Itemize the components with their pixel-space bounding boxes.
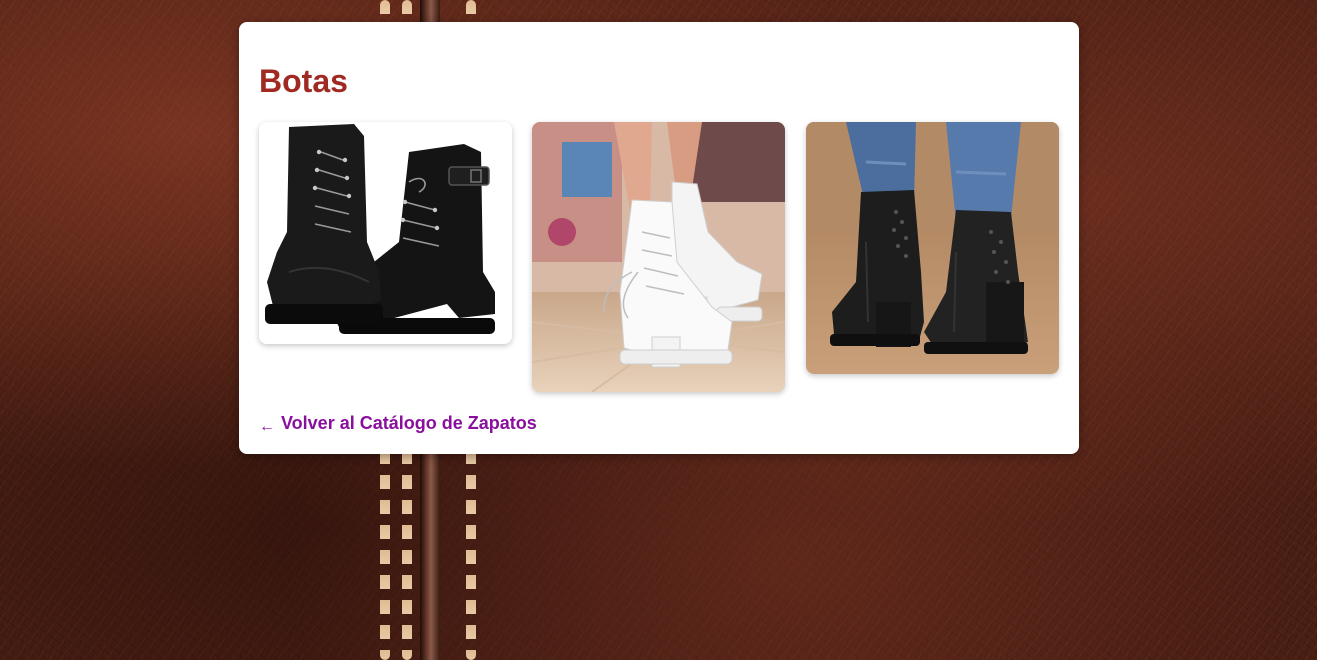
gallery-image-black-studded-boots[interactable] bbox=[806, 122, 1059, 374]
gallery-image-white-lace-up-boots[interactable] bbox=[532, 122, 785, 392]
content-card: Botas ← Volver al Catálogo de Zapatos bbox=[239, 22, 1079, 454]
gallery-image-black-combat-boots[interactable] bbox=[259, 122, 512, 344]
boot-black-heel-icon bbox=[806, 122, 1059, 374]
back-to-catalog-link[interactable]: ← Volver al Catálogo de Zapatos bbox=[259, 412, 537, 436]
back-link-label: Volver al Catálogo de Zapatos bbox=[281, 413, 537, 433]
boot-white-lace-icon bbox=[532, 122, 785, 392]
boots-gallery bbox=[259, 122, 1059, 394]
boot-black-lace-icon bbox=[259, 122, 512, 344]
page-title: Botas bbox=[259, 63, 348, 99]
arrow-left-icon: ← bbox=[259, 418, 275, 435]
